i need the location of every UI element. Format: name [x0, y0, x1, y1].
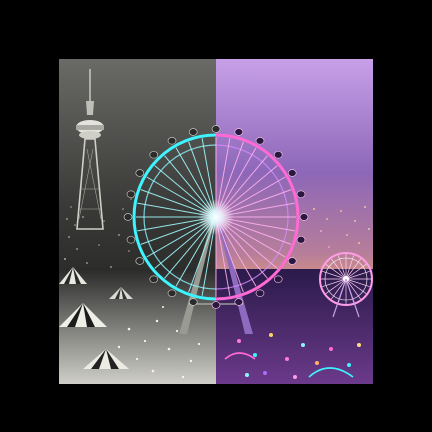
wheel-gondola	[296, 236, 306, 244]
ferris-wheel	[123, 125, 309, 309]
wheel-gondola	[234, 128, 244, 136]
wheel-gondola	[126, 236, 136, 244]
wheel-gondola	[126, 190, 136, 198]
wheel-hub	[198, 199, 234, 235]
wheel-gondola	[149, 151, 159, 159]
image-frame	[0, 0, 432, 432]
wheel-gondola	[188, 298, 198, 306]
wheel-gondola	[255, 289, 265, 297]
split-ferris-wheel-image	[59, 59, 373, 384]
wheel-gondola	[296, 190, 306, 198]
wheel-gondola	[273, 151, 283, 159]
wheel-gondola	[149, 275, 159, 283]
wheel-gondola	[211, 301, 221, 309]
wheel-gondola	[167, 289, 177, 297]
wheel-gondola	[273, 275, 283, 283]
wheel-gondola	[287, 257, 297, 265]
wheel-gondola	[167, 137, 177, 145]
wheel-gondola	[135, 257, 145, 265]
wheel-gondola	[123, 213, 133, 221]
wheel-gondola	[211, 125, 221, 133]
wheel-gondola	[287, 169, 297, 177]
wheel-gondola	[299, 213, 309, 221]
scene-svg	[59, 59, 373, 384]
wheel-gondola	[234, 298, 244, 306]
wheel-gondola	[255, 137, 265, 145]
wheel-gondola	[135, 169, 145, 177]
wheel-gondola	[188, 128, 198, 136]
